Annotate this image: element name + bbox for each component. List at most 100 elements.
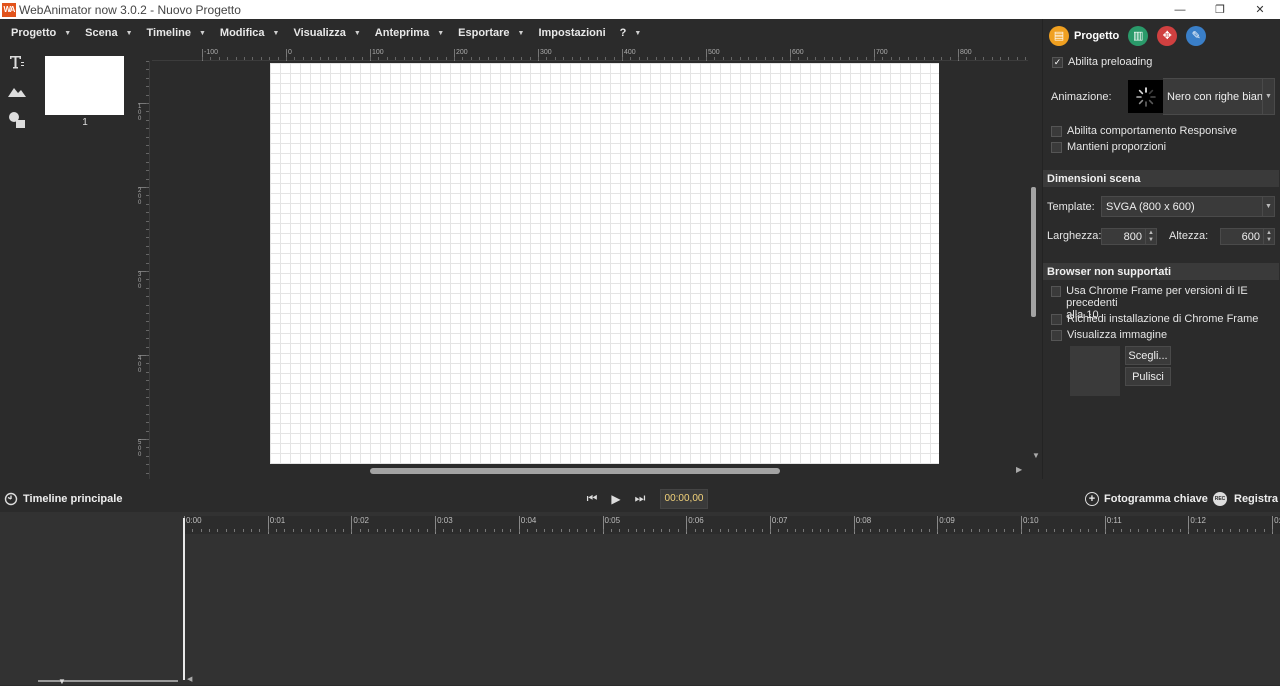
checkbox-unchecked-icon[interactable] [1051, 141, 1062, 153]
animation-select[interactable]: Nero con righe bian ▼ [1163, 78, 1275, 115]
time-minor-tick [652, 529, 654, 532]
menu-label: Progetto [11, 27, 57, 39]
width-stepper[interactable]: 800 ▲ ▼ [1101, 228, 1157, 245]
ruler-minor-tick [146, 371, 149, 373]
text-tool-icon[interactable] [0, 47, 34, 76]
time-minor-tick [836, 529, 838, 532]
skip-end-icon[interactable]: ⏭ [628, 491, 652, 506]
time-minor-tick [677, 529, 679, 532]
ruler-minor-tick [554, 57, 556, 60]
time-minor-tick [1138, 529, 1140, 532]
record-button[interactable]: REC Registra [1213, 485, 1278, 512]
menu-progetto[interactable]: Progetto ▼ [4, 19, 78, 47]
play-icon[interactable]: ▶ [604, 492, 628, 506]
ruler-minor-tick [773, 57, 775, 60]
time-minor-tick [1054, 529, 1056, 532]
ruler-minor-tick [722, 57, 724, 60]
time-minor-tick [627, 529, 629, 532]
close-button[interactable]: ✕ [1240, 0, 1280, 19]
show-image-checkbox-row[interactable]: Visualizza immagine [1051, 329, 1167, 341]
time-minor-tick [510, 529, 512, 532]
time-minor-tick [485, 529, 487, 532]
time-minor-tick [1012, 529, 1014, 532]
template-select[interactable]: SVGA (800 x 600) ▼ [1101, 196, 1275, 217]
stage-canvas[interactable] [270, 63, 939, 464]
menu-timeline[interactable]: Timeline ▼ [140, 19, 213, 47]
time-minor-tick [234, 529, 236, 532]
time-minor-tick [778, 529, 780, 532]
checkbox-unchecked-icon[interactable] [1051, 125, 1062, 137]
time-minor-tick [786, 529, 788, 532]
menu-help[interactable]: ? ▼ [613, 19, 649, 47]
checkbox-checked-icon[interactable]: ✓ [1052, 56, 1063, 68]
time-minor-tick [250, 529, 252, 532]
keyframe-button[interactable]: + Fotogramma chiave [1085, 485, 1208, 512]
menu-label: Scena [85, 27, 118, 39]
clear-button[interactable]: Pulisci [1125, 367, 1171, 386]
menu-anteprima[interactable]: Anteprima ▼ [368, 19, 451, 47]
ruler-minor-tick [815, 57, 817, 60]
scroll-right-icon[interactable]: ▶ [1016, 465, 1022, 474]
shapes-tool-icon[interactable] [0, 105, 34, 134]
menu-esportare[interactable]: Esportare ▼ [451, 19, 531, 47]
ruler-minor-tick [882, 57, 884, 60]
time-ruler[interactable]: 0:00 0:01 0:02 0:03 0:04 0:05 0:06 0:07 0:08 0:09… [184, 516, 1280, 534]
preloading-checkbox-row[interactable]: ✓ Abilita preloading [1052, 56, 1152, 68]
checkbox-unchecked-icon[interactable] [1051, 313, 1062, 325]
horizontal-scrollbar[interactable] [370, 468, 780, 474]
ruler-minor-tick [146, 229, 149, 230]
ruler-minor-tick [991, 57, 993, 60]
scroll-down-icon[interactable]: ▼ [1032, 451, 1040, 460]
require-chrome-checkbox-row[interactable]: Richiedi installazione di Chrome Frame [1051, 313, 1258, 325]
scene-thumbnail[interactable] [45, 56, 124, 115]
ruler-minor-tick [538, 57, 539, 60]
time-minor-tick [560, 529, 562, 532]
menu-scena[interactable]: Scena ▼ [78, 19, 139, 47]
ruler-minor-tick [146, 439, 149, 440]
playhead[interactable] [183, 518, 185, 680]
vertical-scrollbar[interactable] [1031, 187, 1036, 317]
ruler-minor-tick [496, 57, 497, 60]
tab-scene[interactable]: ▥ [1128, 25, 1149, 46]
timeline-panel: 0:00 0:01 0:02 0:03 0:04 0:05 0:06 0:07 0:08 0:09… [0, 512, 1280, 686]
time-minor-tick [954, 529, 956, 532]
time-minor-tick [393, 529, 395, 532]
restore-button[interactable]: ❐ [1200, 0, 1240, 19]
scroll-left-icon[interactable]: ◀ [187, 675, 192, 683]
time-minor-tick [1046, 529, 1048, 532]
ruler-minor-tick [504, 57, 506, 60]
height-stepper[interactable]: 600 ▲ ▼ [1220, 228, 1275, 245]
minimize-button[interactable]: — [1160, 0, 1200, 19]
ruler-minor-tick [146, 69, 149, 71]
ruler-minor-tick [470, 57, 472, 60]
checkbox-unchecked-icon[interactable] [1051, 329, 1062, 341]
checkbox-unchecked-icon[interactable] [1051, 286, 1062, 297]
width-value: 800 [1123, 230, 1142, 243]
menu-modifica[interactable]: Modifica ▼ [213, 19, 287, 47]
height-value: 600 [1241, 230, 1260, 243]
main-timeline-tab[interactable]: Timeline principale [4, 485, 122, 512]
choose-button[interactable]: Scegli... [1125, 346, 1171, 365]
ruler-minor-tick [361, 57, 363, 60]
ruler-minor-tick [319, 57, 321, 60]
ruler-minor-tick [353, 57, 355, 60]
skip-start-icon[interactable]: ⏮ [580, 491, 604, 506]
time-minor-tick [602, 529, 604, 532]
animation-label-text: Animazione: [1051, 91, 1112, 103]
tab-label: Progetto [1074, 29, 1120, 42]
stage-area: -1000100200300400500600700800900 1 0 02 … [136, 47, 1042, 479]
responsive-checkbox-row[interactable]: Abilita comportamento Responsive [1051, 125, 1237, 137]
stepper-arrows-icon[interactable]: ▲ ▼ [1145, 229, 1156, 244]
tab-progetto[interactable]: ▤ Progetto [1049, 25, 1120, 46]
time-minor-tick [945, 529, 947, 532]
tab-tools[interactable]: ✎ [1186, 25, 1207, 46]
tab-transform[interactable]: ✥ [1157, 25, 1178, 46]
image-tool-icon[interactable] [0, 76, 34, 105]
menu-label: Modifica [219, 27, 265, 39]
time-minor-tick [259, 529, 261, 532]
stepper-arrows-icon[interactable]: ▲ ▼ [1263, 229, 1274, 244]
time-minor-tick [719, 529, 721, 532]
menu-visualizza[interactable]: Visualizza ▼ [286, 19, 367, 47]
proportions-checkbox-row[interactable]: Mantieni proporzioni [1051, 141, 1166, 153]
menu-impostazioni[interactable]: Impostazioni [531, 19, 612, 47]
